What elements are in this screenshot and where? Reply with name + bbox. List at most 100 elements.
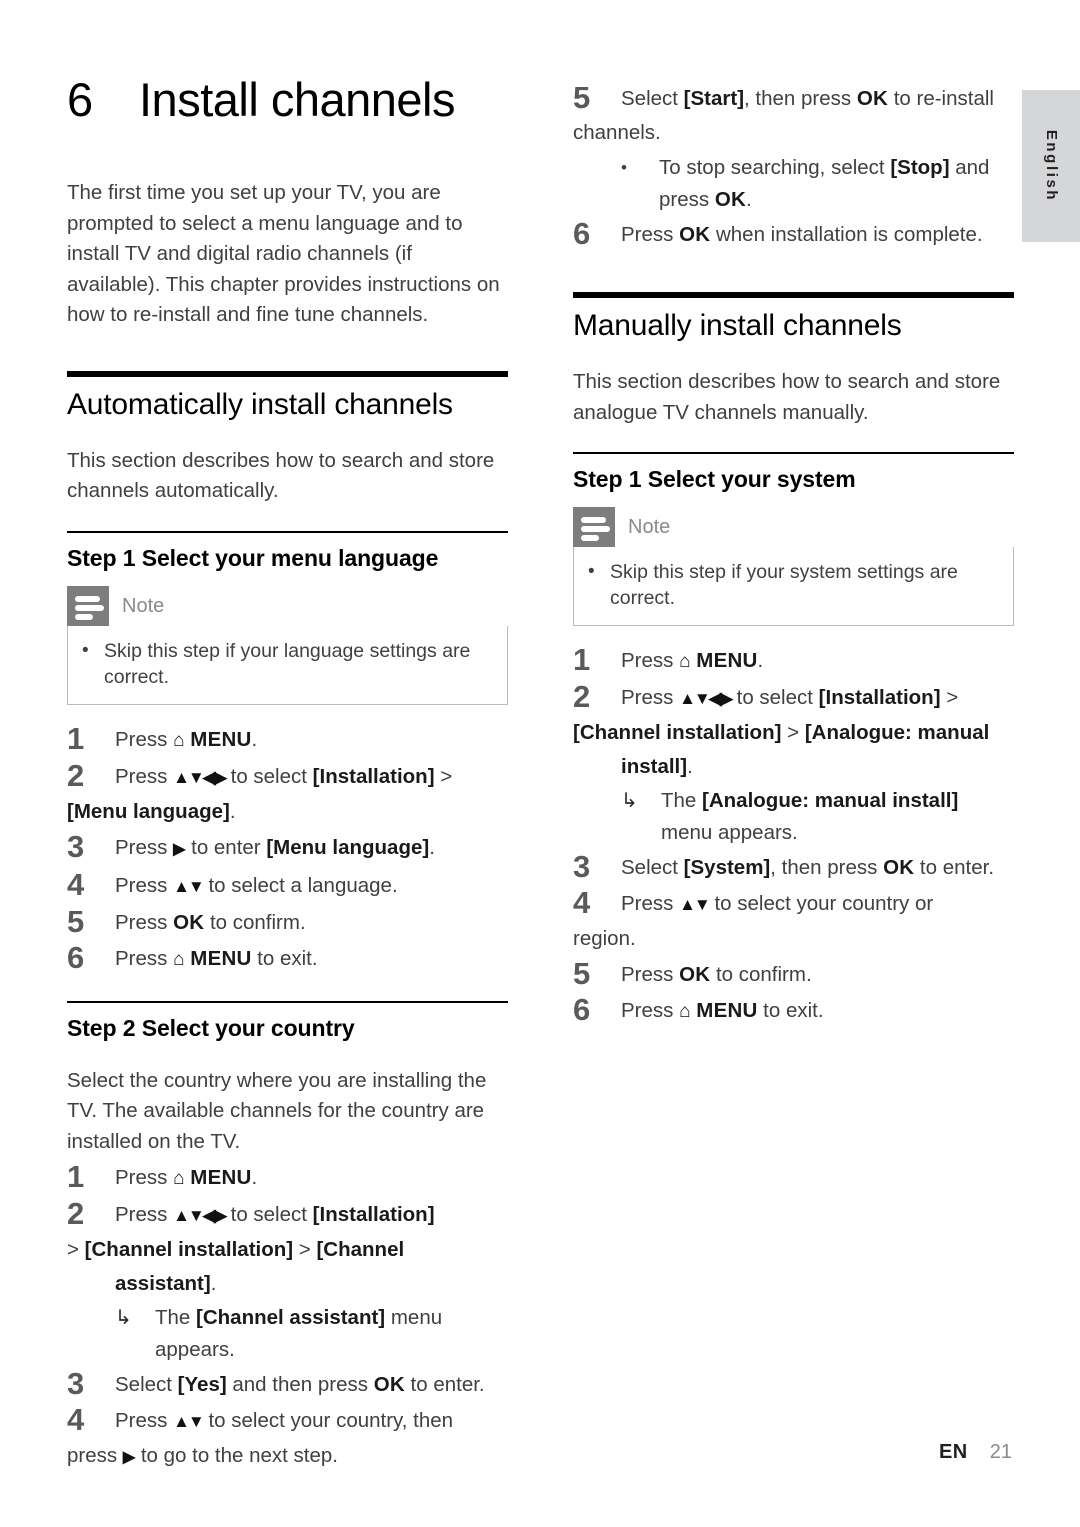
section-title-manual: Manually install channels (573, 309, 902, 342)
step-rule-system (573, 452, 1014, 454)
dpad-arrows-icon: ▲▼◀▶ (173, 767, 227, 787)
sub-bullet-line: • To stop searching, select [Stop] and p… (621, 152, 1014, 216)
list-item: 5 Press OK to confirm. (573, 956, 812, 991)
step-title-system: Step 1 Select your system (573, 466, 856, 492)
list-item: 6 Press OK when installation is complete… (573, 216, 983, 251)
step-title-menu-language: Step 1 Select your menu language (67, 544, 439, 571)
list-item: 1 Press ⌂ MENU. (67, 720, 258, 756)
list-item-number: 1 (573, 642, 591, 677)
sub-result-text: The [Analogue: manual install] menu appe… (661, 789, 959, 844)
side-language-tab-label: English (1043, 129, 1060, 203)
bullet-icon: • (82, 639, 89, 661)
section-title-automatic: Automatically install channels (67, 387, 453, 421)
sub-result-text: The [Channel assistant] menu appears. (155, 1306, 443, 1361)
step-list-system: 1 Press ⌂ MENU. 2 Press ▲▼◀▶ to select [… (573, 642, 1014, 1029)
note-header: Note (67, 585, 508, 626)
note-icon (573, 507, 615, 547)
arrows-up-down-icon: ▲▼ (679, 895, 711, 914)
bullet-icon: • (588, 561, 595, 582)
list-item-number: 3 (573, 849, 591, 884)
list-item: 2 Press ▲▼◀▶ to select [Installation] > … (67, 757, 453, 823)
note-label: Note (122, 594, 165, 617)
home-icon: ⌂ (173, 729, 185, 751)
list-item: 2 Press ▲▼◀▶ to select [Installation] > … (67, 1196, 508, 1366)
arrows-up-down-icon: ▲▼ (173, 876, 205, 896)
note-box-system: Note • Skip this step if your system set… (573, 507, 1014, 626)
chapter-title-text: Install channels (139, 73, 455, 126)
step-rule-country (67, 1000, 508, 1003)
home-icon: ⌂ (679, 651, 691, 672)
dpad-arrows-icon: ▲▼◀▶ (679, 689, 733, 708)
list-item: 4 Press ▲▼ to select your country, then … (67, 1402, 454, 1467)
section-rule-automatic (67, 370, 508, 377)
footer-page-number: 21 (989, 1441, 1012, 1463)
note-body: • Skip this step if your system settings… (573, 547, 1014, 626)
home-icon: ⌂ (679, 1001, 691, 1022)
list-item-number: 4 (67, 866, 85, 902)
chapter-number: 6 (67, 73, 93, 126)
list-item-number: 4 (67, 1402, 85, 1437)
list-item: 3 Press ▶ to enter [Menu language]. (67, 828, 435, 864)
list-item: 1 Press ⌂ MENU. (67, 1159, 258, 1194)
manual-page: English 6 Install channels The first time… (0, 0, 1080, 1527)
home-icon: ⌂ (173, 948, 185, 970)
step-rule-menu-language (67, 530, 508, 533)
arrow-right-icon: ▶ (173, 840, 186, 858)
sub-arrow-icon: ↳ (115, 1307, 132, 1329)
note-header: Note (573, 507, 1014, 547)
side-language-tab: English (1022, 90, 1080, 242)
right-column: 5 Select [Start], then press OK to re-in… (573, 80, 1014, 1029)
bullet-icon: • (621, 158, 627, 177)
step2-intro-paragraph: Select the country where you are install… (67, 1068, 487, 1153)
step-list-menu-language: 1 Press ⌂ MENU. 2 Press ▲▼◀▶ to select [… (67, 720, 508, 977)
step-list-automatic-continued: 5 Select [Start], then press OK to re-in… (573, 80, 1014, 252)
list-item: 5 Select [Start], then press OK to re-in… (573, 80, 1014, 216)
list-item: 3 Select [Yes] and then press OK to ente… (67, 1366, 485, 1401)
list-item-number: 5 (67, 903, 85, 939)
list-item-number: 4 (573, 885, 591, 920)
note-body: • Skip this step if your language settin… (67, 625, 508, 705)
list-item-number: 1 (67, 720, 85, 756)
list-item-number: 6 (573, 992, 591, 1027)
note-list-item: • Skip this step if your system settings… (588, 559, 999, 611)
page-footer: EN 21 (0, 1441, 1012, 1464)
list-item-number: 2 (67, 1196, 85, 1231)
step-title-country: Step 2 Select your country (67, 1014, 355, 1041)
list-item-number: 6 (67, 939, 85, 975)
dpad-arrows-icon: ▲▼◀▶ (173, 1206, 227, 1225)
note-list-item: • Skip this step if your language settin… (82, 638, 493, 690)
list-item-number: 5 (573, 80, 591, 115)
list-item-number: 2 (573, 679, 591, 714)
list-item: 6 Press ⌂ MENU to exit. (573, 992, 824, 1027)
section-rule-manual (573, 292, 1014, 298)
list-item: 3 Select [System], then press OK to ente… (573, 849, 995, 884)
list-item-number: 3 (67, 828, 85, 864)
section-intro-automatic: This section describes how to search and… (67, 448, 495, 503)
list-item: 4 Press ▲▼ to select a language. (67, 866, 398, 902)
chapter-intro-paragraph: The first time you set up your TV, you a… (67, 181, 500, 326)
list-item: 1 Press ⌂ MENU. (573, 642, 764, 677)
sub-arrow-icon: ↳ (621, 790, 638, 812)
arrows-up-down-icon: ▲▼ (173, 1412, 205, 1431)
note-label: Note (628, 516, 671, 538)
list-item: 4 Press ▲▼ to select your country or reg… (573, 885, 934, 950)
list-item-number: 1 (67, 1159, 85, 1194)
list-item-number: 3 (67, 1366, 85, 1401)
list-item-number: 2 (67, 757, 85, 793)
list-item-number: 5 (573, 956, 591, 991)
note-box-language: Note • Skip this step if your language s… (67, 585, 508, 705)
note-item-text: Skip this step if your language settings… (104, 639, 471, 688)
sub-result-line: ↳ The [Channel assistant] menu appears. (115, 1302, 508, 1366)
sub-bullet-text: To stop searching, select [Stop] and pre… (659, 156, 990, 211)
list-item: 6 Press ⌂ MENU to exit. (67, 939, 318, 975)
chapter-title: 6 Install channels (67, 72, 527, 127)
home-icon: ⌂ (173, 1168, 185, 1189)
footer-locale: EN (938, 1441, 968, 1463)
list-item: 5 Press OK to confirm. (67, 903, 306, 939)
note-item-text: Skip this step if your system settings a… (610, 561, 958, 609)
section-intro-manual: This section describes how to search and… (573, 370, 1001, 424)
sub-result-line: ↳ The [Analogue: manual install] menu ap… (621, 785, 1014, 849)
note-icon (67, 585, 109, 626)
left-column: The first time you set up your TV, you a… (67, 178, 508, 1475)
list-item: 2 Press ▲▼◀▶ to select [Installation] > … (573, 679, 1014, 849)
